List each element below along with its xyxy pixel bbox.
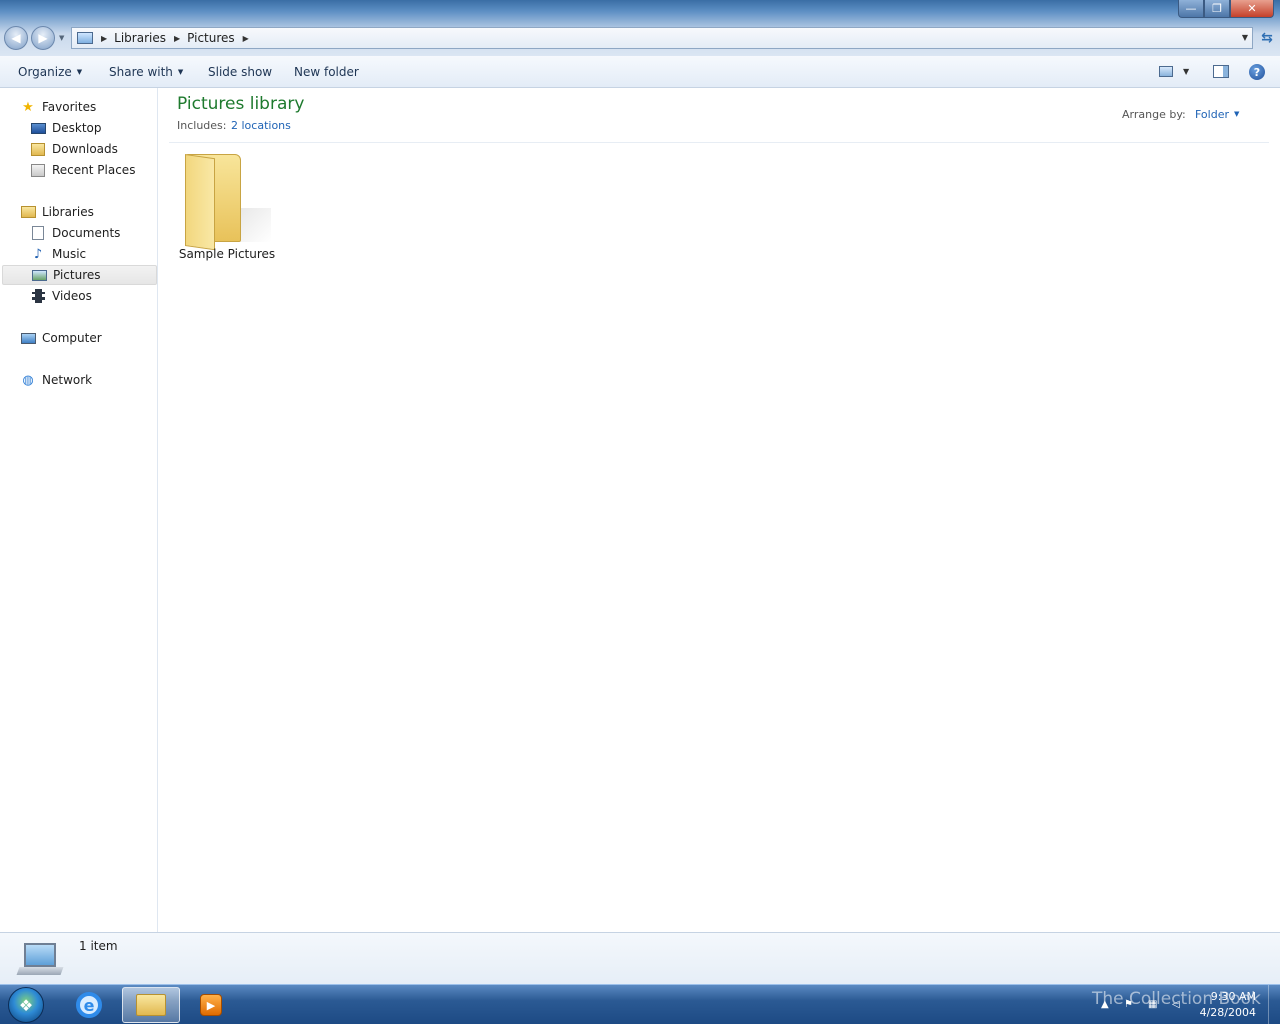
help-icon[interactable]: ? [1249, 64, 1265, 80]
clock-date[interactable]: 4/28/2004 [1186, 1006, 1256, 1019]
includes-locations-link[interactable]: 2 locations [231, 119, 291, 132]
views-dropdown-icon[interactable]: ▼ [1183, 67, 1189, 76]
breadcrumb-libraries[interactable]: Libraries [114, 31, 166, 45]
arrange-by-label: Arrange by: [1122, 108, 1186, 121]
window-controls: — ❐ ✕ [1178, 0, 1274, 18]
nav-computer-label: Computer [42, 331, 102, 345]
nav-network[interactable]: ◍ Network [20, 370, 92, 390]
chevron-right-icon[interactable]: ▶ [174, 34, 180, 43]
windows-explorer-icon [136, 994, 166, 1016]
taskbar-media-player[interactable]: ▶ [182, 987, 240, 1023]
volume-muted-icon[interactable]: ◁ [1172, 999, 1180, 1010]
taskbar-windows-explorer[interactable] [122, 987, 180, 1023]
nav-network-label: Network [42, 373, 93, 387]
nav-favorites-label: Favorites [42, 100, 97, 114]
arrange-by-value: Folder [1195, 108, 1229, 121]
folder-item[interactable]: Sample Pictures [177, 148, 277, 264]
refresh-button[interactable]: ⇆ [1256, 27, 1278, 49]
arrow-left-icon: ◀ [11, 31, 21, 45]
share-with-button[interactable]: Share with ▼ [109, 65, 183, 79]
laptop-icon [16, 943, 64, 977]
nav-computer[interactable]: Computer [20, 328, 102, 348]
recent-pages-dropdown[interactable]: ▼ [59, 34, 64, 42]
nav-item-label: Pictures [53, 268, 101, 282]
nav-libraries[interactable]: Libraries [20, 202, 94, 222]
pictures-library-icon [77, 32, 93, 44]
music-note-icon: ♪ [33, 246, 43, 262]
downloads-folder-icon [30, 142, 46, 156]
arrange-by-dropdown[interactable]: Folder ▼ [1195, 108, 1239, 121]
back-button[interactable]: ◀ [4, 26, 28, 50]
refresh-icon: ⇆ [1261, 30, 1273, 46]
nav-item-videos[interactable]: Videos [30, 286, 92, 306]
clock-time[interactable]: 9:30 AM [1196, 990, 1256, 1003]
address-bar[interactable]: ▶ Libraries ▶ Pictures ▶ ▼ [71, 27, 1253, 49]
laptop-screen [24, 943, 56, 967]
media-player-icon: ▶ [200, 994, 222, 1016]
address-history-dropdown[interactable]: ▼ [1242, 33, 1248, 42]
caret-down-icon: ▼ [76, 68, 83, 76]
nav-libraries-label: Libraries [42, 205, 94, 219]
nav-item-documents[interactable]: Documents [30, 223, 120, 243]
navigation-pane: ★ Favorites Desktop Downloads Recent Pla… [0, 88, 158, 932]
breadcrumb-pictures[interactable]: Pictures [187, 31, 235, 45]
folder-label: Sample Pictures [178, 247, 276, 261]
network-globe-icon: ◍ [22, 372, 34, 388]
computer-icon [20, 331, 36, 345]
details-pane: 1 item [0, 932, 1280, 984]
nav-item-label: Videos [52, 289, 92, 303]
taskbar-internet-explorer[interactable]: e [60, 987, 118, 1023]
star-icon: ★ [22, 99, 34, 115]
nav-item-label: Documents [52, 226, 121, 240]
nav-item-music[interactable]: ♪ Music [30, 244, 86, 264]
nav-favorites[interactable]: ★ Favorites [20, 97, 96, 117]
windows-logo-icon: ❖ [18, 995, 34, 1015]
recent-places-icon [30, 163, 46, 177]
pictures-icon [31, 268, 47, 282]
slide-show-button[interactable]: Slide show [208, 65, 272, 79]
nav-item-downloads[interactable]: Downloads [30, 139, 118, 159]
command-bar: Organize ▼ Share with ▼ Slide show New fol… [0, 56, 1280, 88]
organize-button[interactable]: Organize ▼ [18, 65, 82, 79]
arrow-right-icon: ▶ [38, 31, 48, 45]
close-button[interactable]: ✕ [1230, 0, 1274, 18]
nav-item-label: Music [52, 247, 87, 261]
film-icon [30, 289, 46, 303]
new-folder-button[interactable]: New folder [294, 65, 359, 79]
taskbar: ❖ e ▶ The Collection Book ▲ ⚑ ▦ ◁ 9:30 A… [0, 984, 1280, 1024]
header-divider [169, 142, 1269, 143]
includes-label: Includes: [177, 119, 227, 132]
chevron-right-icon[interactable]: ▶ [243, 34, 249, 43]
restore-button[interactable]: ❐ [1204, 0, 1230, 18]
start-button[interactable]: ❖ [8, 987, 44, 1023]
internet-explorer-icon: e [76, 992, 102, 1018]
nav-item-label: Recent Places [52, 163, 136, 177]
content-pane: Pictures library Includes: 2 locations A… [159, 88, 1280, 932]
nav-item-label: Downloads [52, 142, 118, 156]
minimize-button[interactable]: — [1178, 0, 1204, 18]
preview-pane-icon[interactable] [1213, 65, 1229, 78]
nav-item-pictures[interactable]: Pictures [2, 265, 157, 285]
views-icon[interactable] [1159, 66, 1173, 77]
folder-flap [185, 154, 215, 251]
share-with-label: Share with [109, 65, 173, 79]
nav-item-recent-places[interactable]: Recent Places [30, 160, 135, 180]
desktop-icon [30, 121, 46, 135]
page-title: Pictures library [177, 94, 305, 114]
show-desktop-button[interactable] [1268, 985, 1280, 1024]
organize-label: Organize [18, 65, 72, 79]
documents-icon [30, 226, 46, 240]
action-center-flag-icon[interactable]: ⚑ [1124, 999, 1133, 1010]
forward-button[interactable]: ▶ [31, 26, 55, 50]
chevron-right-icon[interactable]: ▶ [101, 34, 107, 43]
network-status-icon[interactable]: ▦ [1148, 999, 1157, 1010]
nav-item-desktop[interactable]: Desktop [30, 118, 102, 138]
caret-down-icon: ▼ [1234, 110, 1240, 118]
item-count: 1 item [79, 939, 118, 953]
laptop-base [16, 967, 64, 975]
nav-item-label: Desktop [52, 121, 102, 135]
show-hidden-icons-icon[interactable]: ▲ [1101, 999, 1109, 1010]
caret-down-icon: ▼ [177, 68, 184, 76]
libraries-icon [20, 205, 36, 219]
